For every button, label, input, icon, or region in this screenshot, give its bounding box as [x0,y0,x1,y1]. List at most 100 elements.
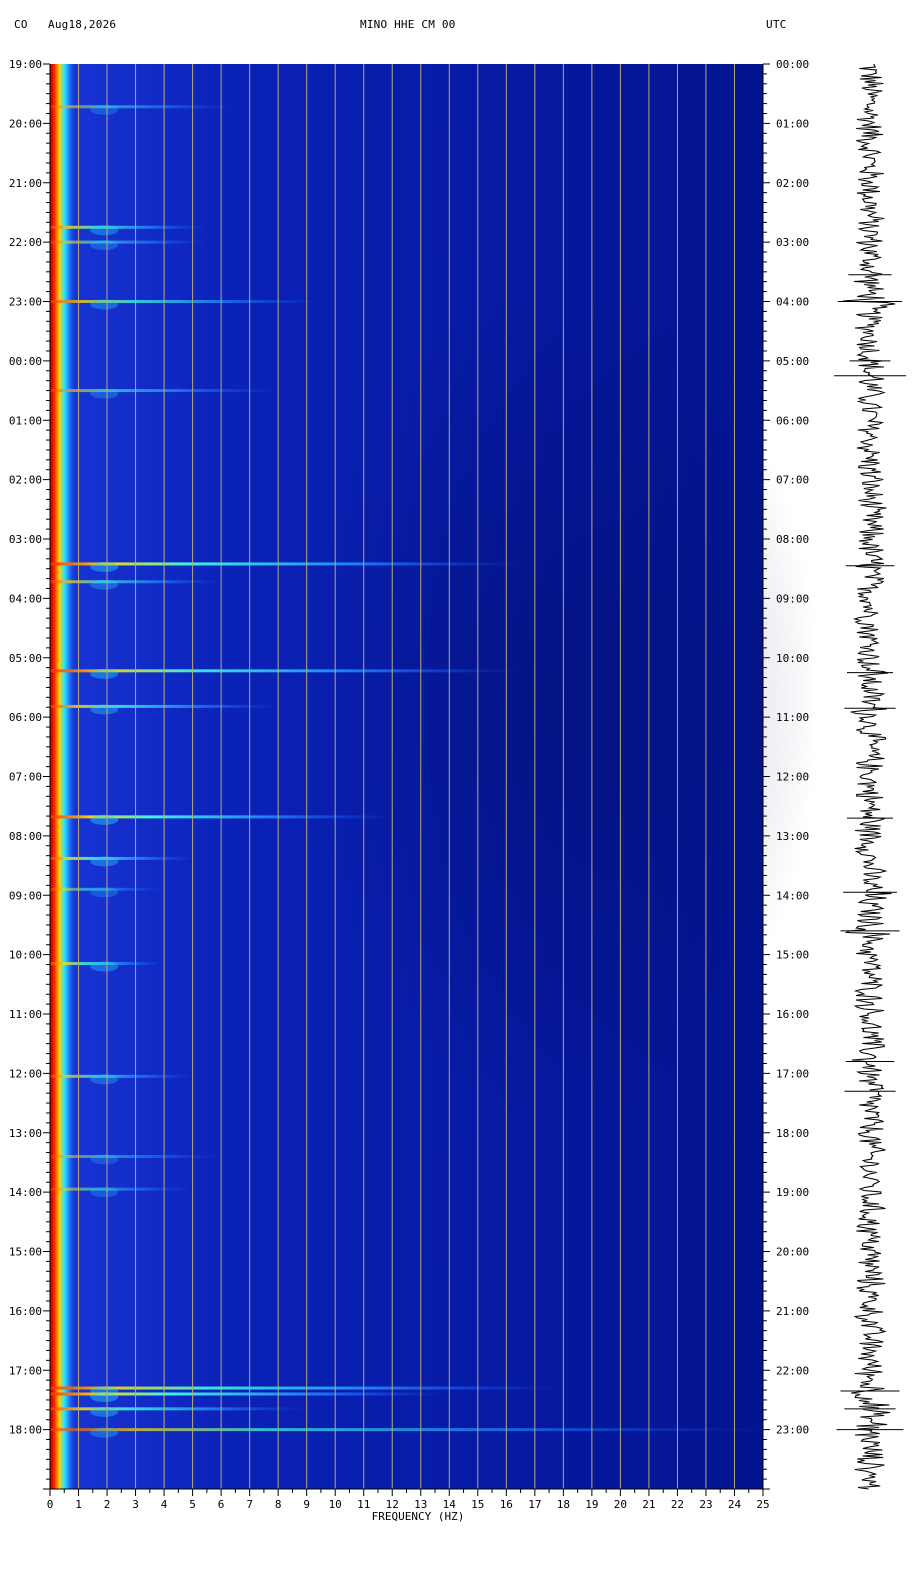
left-time-label: 22:00 [9,236,42,249]
event-blob-11 [90,887,119,898]
left-time-label: 07:00 [9,771,42,784]
x-tick-label: 1 [75,1498,82,1511]
x-axis-label: FREQUENCY (HZ) [372,1510,465,1523]
right-time-label: 01:00 [776,117,809,130]
right-time-label: 20:00 [776,1246,809,1259]
left-time-label: 03:00 [9,533,42,546]
left-time-label: 13:00 [9,1127,42,1140]
event-blob-15 [90,1187,119,1198]
x-tick-label: 22 [671,1498,684,1511]
x-tick-label: 17 [528,1498,541,1511]
left-time-label: 05:00 [9,652,42,665]
right-time-label: 04:00 [776,296,809,309]
left-time-label: 19:00 [9,58,42,71]
right-time-label: 23:00 [776,1424,809,1437]
spectrogram-chart: 19:00 20:00 21:00 22:00 23:00 00:00 01:00 02:00… [9,58,906,1523]
low-frequency-band [50,64,76,1489]
right-time-label: 06:00 [776,414,809,427]
event-band-10 [50,856,193,860]
right-time-label: 18:00 [776,1127,809,1140]
event-blob-17 [90,1392,119,1402]
event-band-0 [50,105,236,109]
right-time-label: 12:00 [776,771,809,784]
seismogram-trace [834,63,906,1490]
left-time-label: 11:00 [9,1008,42,1021]
right-time-label: 13:00 [776,830,809,843]
event-band-5 [50,562,521,566]
x-tick-label: 25 [756,1498,769,1511]
right-time-label: 21:00 [776,1305,809,1318]
event-blob-19 [90,1427,119,1438]
x-tick-label: 2 [104,1498,111,1511]
event-band-18 [50,1407,307,1411]
right-time-label: 07:00 [776,474,809,487]
x-tick-label: 21 [642,1498,655,1511]
right-time-label: 17:00 [776,1067,809,1080]
right-time-label: 08:00 [776,533,809,546]
event-band-1 [50,225,207,229]
right-time-label: 22:00 [776,1364,809,1377]
x-tick-label: 3 [132,1498,139,1511]
event-blob-6 [90,579,119,590]
x-tick-label: 19 [585,1498,598,1511]
left-time-label: 01:00 [9,414,42,427]
left-time-label: 17:00 [9,1364,42,1377]
event-blob-7 [90,668,119,679]
seismogram-line [842,63,896,1490]
x-tick-label: 16 [500,1498,513,1511]
left-time-label: 08:00 [9,830,42,843]
x-tick-label: 10 [329,1498,342,1511]
x-tick-label: 24 [728,1498,742,1511]
right-time-label: 15:00 [776,949,809,962]
event-blob-8 [90,704,119,715]
left-time-label: 06:00 [9,711,42,724]
right-time-label: 00:00 [776,58,809,71]
left-time-label: 02:00 [9,474,42,487]
event-blob-14 [90,1154,119,1165]
event-blob-3 [90,299,119,310]
event-blob-10 [90,856,119,867]
left-time-label: 18:00 [9,1424,42,1437]
left-time-label: 15:00 [9,1246,42,1259]
right-time-label: 02:00 [776,177,809,190]
x-tick-label: 11 [357,1498,370,1511]
x-tick-label: 15 [471,1498,484,1511]
event-blob-4 [90,388,119,399]
left-time-label: 16:00 [9,1305,42,1318]
event-band-15 [50,1187,193,1191]
right-time-label: 14:00 [776,889,809,902]
event-band-7 [50,669,521,673]
right-time-label: 16:00 [776,1008,809,1021]
event-band-3 [50,300,321,303]
x-tick-label: 20 [614,1498,627,1511]
right-time-label: 05:00 [776,355,809,368]
right-time-label: 03:00 [776,236,809,249]
x-tick-label: 7 [246,1498,253,1511]
event-blob-0 [90,104,119,115]
x-tick-label: 0 [47,1498,54,1511]
x-tick-label: 9 [303,1498,310,1511]
event-band-2 [50,240,207,244]
x-tick-label: 6 [218,1498,225,1511]
frequency-axis: 0 1 2 3 4 5 6 7 8 9 10 11 12 13 14 15 16 17 18 19 20 21 22 23 24… [47,1488,770,1511]
event-blob-5 [90,561,119,572]
left-time-label: 09:00 [9,889,42,902]
x-tick-label: 23 [699,1498,712,1511]
spectrogram-dark-region [300,280,820,1120]
left-time-label: 20:00 [9,117,42,130]
event-band-19 [50,1428,763,1432]
left-time-axis: 19:00 20:00 21:00 22:00 23:00 00:00 01:00 02:00… [9,58,51,1490]
x-tick-label: 18 [557,1498,570,1511]
event-blob-18 [90,1406,119,1417]
right-time-label: 10:00 [776,652,809,665]
x-tick-label: 5 [189,1498,196,1511]
event-blob-13 [90,1074,119,1085]
right-time-label: 19:00 [776,1186,809,1199]
left-time-label: 12:00 [9,1067,42,1080]
x-tick-label: 8 [275,1498,282,1511]
left-time-label: 23:00 [9,296,42,309]
x-tick-label: 4 [161,1498,168,1511]
left-time-label: 14:00 [9,1186,42,1199]
event-blob-12 [90,961,119,972]
event-blob-2 [90,240,119,251]
